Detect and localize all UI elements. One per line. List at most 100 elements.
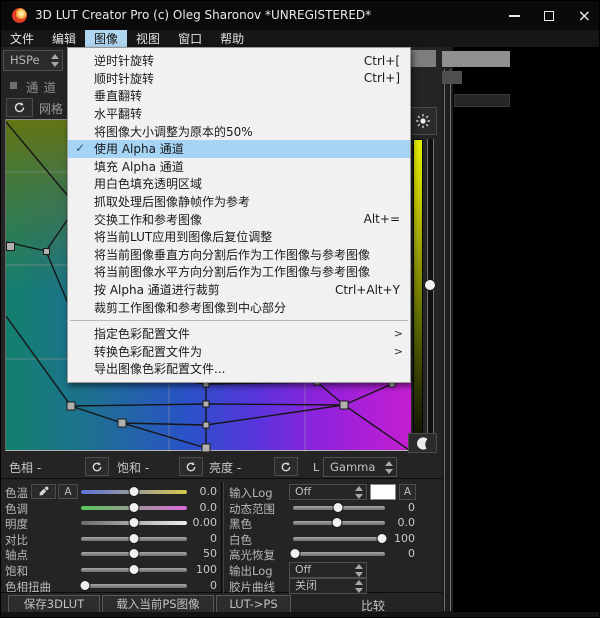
panel-divider[interactable] <box>450 69 451 611</box>
reset-button[interactable] <box>274 457 298 476</box>
menu-item[interactable]: 按 Alpha 通道进行裁剪Ctrl+Alt+Y <box>68 281 410 299</box>
l-channel-label: L <box>313 461 319 474</box>
menu-item[interactable]: 水平翻转 <box>68 105 410 123</box>
adjustment-value: 0 <box>385 501 415 514</box>
hsl-group: 色相 - <box>9 455 109 479</box>
close-icon[interactable]: × <box>578 1 591 30</box>
grid-mode-label: 网格 <box>39 100 63 117</box>
menu-item[interactable]: 用白色填充透明区域 <box>68 175 410 193</box>
menubar-item-3[interactable]: 视图 <box>127 30 169 47</box>
app-icon <box>12 8 27 23</box>
canvas-toolbar-fragment <box>442 51 510 67</box>
menu-item[interactable]: ✓ 使用 Alpha 通道 <box>68 140 410 158</box>
slider[interactable] <box>293 531 385 547</box>
slider-track <box>293 552 385 556</box>
menu-item[interactable]: 转换色彩配置文件为> <box>68 343 410 361</box>
menubar-item-4[interactable]: 窗口 <box>169 30 211 47</box>
reset-button[interactable] <box>85 457 109 476</box>
slider-handle[interactable] <box>333 518 342 527</box>
slider[interactable] <box>293 515 385 531</box>
menu-item[interactable]: 填充 Alpha 通道 <box>68 158 410 176</box>
adjustment-value: 100 <box>385 532 415 545</box>
menu-item[interactable]: 将当前LUT应用到图像后复位调整 <box>68 228 410 246</box>
night-mode-button[interactable] <box>408 433 437 453</box>
slider-handle[interactable] <box>334 503 343 512</box>
toolbar-fragment <box>410 50 436 67</box>
submenu-arrow-icon: > <box>394 327 403 340</box>
dropdown-select[interactable]: Off <box>289 562 367 578</box>
menu-shortcut: Ctrl+[ <box>340 54 400 68</box>
check-icon: ✓ <box>75 141 85 155</box>
hsl-reset-row: 色相 -饱和 -亮度 -LGamma <box>1 455 442 479</box>
luminance-slider-handle[interactable] <box>425 280 435 290</box>
menubar-item-0[interactable]: 文件 <box>1 30 43 47</box>
dropdown-select[interactable]: Off <box>289 484 367 500</box>
maximize-icon[interactable] <box>544 11 554 21</box>
window-title: 3D LUT Creator Pro (c) Oleg Sharonov *UN… <box>35 8 371 22</box>
menubar-item-2[interactable]: 图像 <box>85 30 127 47</box>
adjustment-label: 黑色 <box>229 516 252 532</box>
adjustment-row: 高光恢复0 <box>1 546 442 562</box>
luminance-slider-track[interactable] <box>427 139 434 451</box>
menu-item[interactable]: 顺时针旋转Ctrl+] <box>68 70 410 88</box>
refresh-icon <box>91 461 103 473</box>
menu-item[interactable]: 裁剪工作图像和参考图像到中心部分 <box>68 298 410 316</box>
adjustment-row: 输出LogOff <box>1 562 442 578</box>
minimize-icon[interactable] <box>509 15 520 17</box>
window-bottom-edge <box>1 612 600 617</box>
menu-item[interactable]: 交换工作和参考图像Alt+= <box>68 210 410 228</box>
color-swatch[interactable] <box>370 484 396 500</box>
moon-icon <box>416 436 430 450</box>
reset-grid-button[interactable] <box>6 98 33 117</box>
adjustment-row: 输入LogOffA <box>1 484 442 500</box>
menu-item[interactable]: 抓取处理后图像静帧作为参考 <box>68 193 410 211</box>
menu-item-label: 将当前图像垂直方向分割后作为工作图像与参考图像 <box>94 246 370 263</box>
menubar: 文件编辑图像视图窗口帮助 <box>1 30 600 47</box>
adjustment-panel: 色温A0.0色调0.0明度0.00对比0轴点50饱和100色相扭曲0 输入Log… <box>1 482 442 593</box>
adjustment-label: 动态范围 <box>229 501 275 517</box>
menu-item-label: 导出图像色彩配置文件... <box>94 360 225 377</box>
menu-item[interactable]: 将当前图像垂直方向分割后作为工作图像与参考图像 <box>68 246 410 264</box>
menubar-item-1[interactable]: 编辑 <box>43 30 85 47</box>
slider[interactable] <box>293 546 385 562</box>
adjustment-label: 高光恢复 <box>229 547 275 563</box>
adjustment-value: 0.0 <box>385 516 415 529</box>
day-mode-button[interactable] <box>408 107 437 135</box>
menu-item-label: 用白色填充透明区域 <box>94 175 202 192</box>
square-icon <box>10 82 17 89</box>
color-mode-select[interactable]: HSPe <box>3 50 63 71</box>
menu-item[interactable]: 导出图像色彩配置文件... <box>68 360 410 378</box>
menu-item[interactable]: 垂直翻转 <box>68 87 410 105</box>
menu-item[interactable]: 逆时针旋转Ctrl+[ <box>68 52 410 70</box>
slider-handle[interactable] <box>290 549 299 558</box>
menu-item-label: 裁剪工作图像和参考图像到中心部分 <box>94 299 286 316</box>
menu-shortcut: Ctrl+] <box>340 71 400 85</box>
gamma-select[interactable]: Gamma <box>323 457 397 477</box>
menu-item-label: 交换工作和参考图像 <box>94 211 202 228</box>
spinner-icon[interactable] <box>355 486 363 499</box>
sun-icon <box>415 113 431 129</box>
refresh-icon <box>280 461 292 473</box>
spinner-icon[interactable] <box>355 580 363 593</box>
auto-button[interactable]: A <box>399 484 416 500</box>
color-mode-value: HSPe <box>10 53 40 67</box>
spinner-icon[interactable] <box>355 564 363 577</box>
spinner-icon[interactable] <box>51 54 59 67</box>
adjustment-row: 黑色 0.0 <box>1 515 442 531</box>
menu-item-label: 指定色彩配置文件 <box>94 325 190 342</box>
dropdown-value: Off <box>295 563 311 576</box>
reset-button[interactable] <box>179 457 203 476</box>
menu-item[interactable]: 将图像大小调整为原本的50% <box>68 122 410 140</box>
menubar-item-5[interactable]: 帮助 <box>211 30 253 47</box>
menu-item-label: 将当前LUT应用到图像后复位调整 <box>94 228 272 245</box>
spinner-icon[interactable] <box>385 461 393 474</box>
dropdown-select[interactable]: 关闭 <box>289 578 367 594</box>
panel-divider[interactable] <box>444 69 445 611</box>
dropdown-value: 关闭 <box>295 579 317 592</box>
menu-item-label: 使用 Alpha 通道 <box>94 140 184 157</box>
menu-item[interactable]: 指定色彩配置文件 > <box>68 325 410 343</box>
slider[interactable] <box>293 500 385 516</box>
menu-item[interactable]: 将当前图像水平方向分割后作为工作图像与参考图像 <box>68 263 410 281</box>
hsl-group: 饱和 - <box>117 455 203 479</box>
image-menu-dropdown: 逆时针旋转Ctrl+[顺时针旋转Ctrl+]垂直翻转水平翻转将图像大小调整为原本… <box>67 47 411 383</box>
